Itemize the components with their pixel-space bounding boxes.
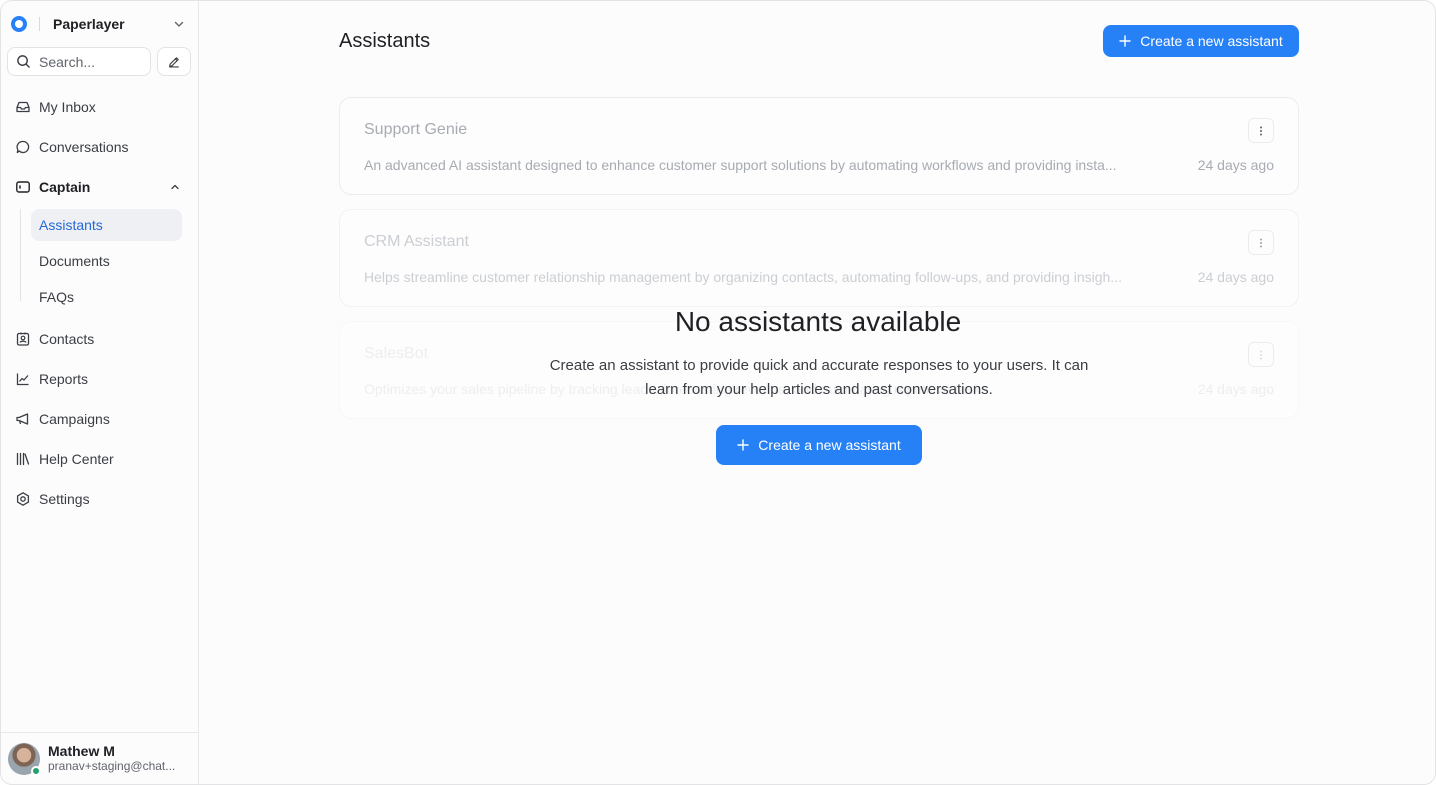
more-vertical-icon [1259,126,1263,136]
assistant-name: CRM Assistant [364,233,469,250]
create-assistant-button[interactable]: Create a new assistant [1103,25,1299,57]
sidebar-subitem-assistants[interactable]: Assistants [31,209,182,241]
search-box[interactable] [7,47,151,76]
sidebar-item-label: Captain [39,179,91,195]
empty-state-title: No assistants available [674,306,962,337]
plus-icon [737,439,749,451]
search-icon [16,54,31,69]
sidebar-item-reports[interactable]: Reports [7,364,183,394]
sidebar-item-label: Conversations [39,139,129,155]
library-icon [15,451,31,467]
sidebar-item-label: Campaigns [39,411,110,427]
workspace-switcher[interactable]: Paperlayer [11,13,187,35]
page-title: Assistants [339,30,431,52]
sidebar-subitem-faqs[interactable]: FAQs [31,281,182,313]
contact-card-icon [15,331,31,347]
sidebar-item-campaigns[interactable]: Campaigns [7,404,183,434]
more-options-button[interactable] [1248,118,1274,143]
megaphone-icon [15,411,31,427]
sidebar-item-label: Contacts [39,331,95,347]
sidebar-item-conversations[interactable]: Conversations [7,132,183,162]
empty-state-create-button[interactable]: Create a new assistant [716,425,922,465]
sidebar-subitem-label: Documents [39,253,110,269]
assistant-card: Support Genie An advanced AI assistant d… [339,97,1299,195]
assistant-updated-time: 24 days ago [1197,381,1274,397]
sidebar-item-my-inbox[interactable]: My Inbox [7,92,183,122]
sidebar-subitem-label: Assistants [39,217,103,233]
sidebar-item-help-center[interactable]: Help Center [7,444,183,474]
workspace-name: Paperlayer [53,16,125,32]
compose-button[interactable] [157,47,191,76]
sidebar-subitem-documents[interactable]: Documents [31,245,182,277]
sidebar-item-contacts[interactable]: Contacts [7,324,183,354]
online-status-dot [31,765,41,776]
search-input[interactable] [39,53,139,70]
sidebar-item-label: My Inbox [39,99,96,115]
user-profile[interactable]: Mathew M pranav+staging@chat... [1,732,198,784]
sidebar-item-label: Settings [39,491,90,507]
assistant-updated-time: 24 days ago [1197,157,1274,173]
empty-state-create-label: Create a new assistant [758,437,901,453]
create-assistant-label: Create a new assistant [1140,33,1283,49]
chart-line-icon [15,371,31,387]
divider [39,17,40,31]
sidebar-item-captain[interactable]: Captain [7,172,183,202]
chat-bubble-icon [15,139,31,155]
chevron-up-icon[interactable] [167,179,183,195]
more-options-button[interactable] [1248,342,1274,367]
empty-state-description: Create an assistant to provide quick and… [549,357,1089,398]
captain-icon [15,179,31,195]
sidebar-item-label: Help Center [39,451,114,467]
more-options-button[interactable] [1248,230,1274,255]
assistant-updated-time: 24 days ago [1197,269,1274,285]
assistant-name: SalesBot [364,345,429,362]
plus-icon [1119,35,1131,47]
gear-icon [15,491,31,507]
submenu-rail [20,209,21,301]
user-name: Mathew M [48,743,115,759]
more-vertical-icon [1259,238,1263,248]
sidebar-item-settings[interactable]: Settings [7,484,183,514]
user-email: pranav+staging@chat... [48,759,176,773]
workspace-logo-icon [11,16,27,32]
avatar [8,742,41,776]
assistant-description: Helps streamline customer relationship m… [364,269,1122,285]
inbox-icon [15,99,31,115]
chevron-down-icon [171,16,187,32]
more-vertical-icon [1259,350,1263,360]
sidebar: Paperlayer My Inbox Conversations [1,1,199,784]
main-content: Assistants Create a new assistant Suppor… [199,1,1435,784]
app-window: Paperlayer My Inbox Conversations [0,0,1436,785]
pencil-icon [167,55,181,69]
sidebar-subitem-label: FAQs [39,289,75,305]
sidebar-item-label: Reports [39,371,89,387]
assistant-card: CRM Assistant Helps streamline customer … [339,209,1299,307]
assistant-name: Support Genie [364,121,468,138]
assistant-description: An advanced AI assistant designed to enh… [364,157,1117,173]
